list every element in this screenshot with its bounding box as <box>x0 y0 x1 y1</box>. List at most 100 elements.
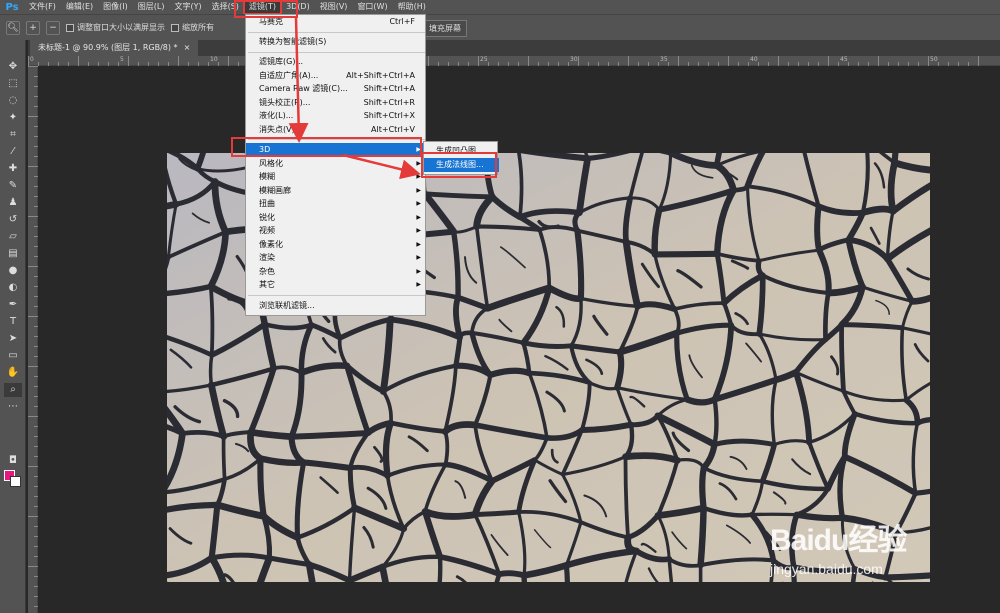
ruler-tick <box>34 356 38 357</box>
crack-line <box>859 205 897 216</box>
menu-item-pixelate[interactable]: 像素化 ▶ <box>246 238 427 252</box>
ruler-tick <box>198 62 199 66</box>
menu-item-video[interactable]: 视频 ▶ <box>246 224 427 238</box>
type-tool-icon[interactable]: T <box>4 315 22 329</box>
ruler-tick <box>138 62 139 66</box>
ruler-label: 30 <box>570 56 578 63</box>
quick-mask-icon[interactable]: ◘ <box>4 454 22 468</box>
menu-item-sharpen[interactable]: 锐化 ▶ <box>246 211 427 225</box>
ruler-tick <box>28 216 38 217</box>
dodge-tool-icon[interactable]: ◐ <box>4 281 22 295</box>
close-tab-icon[interactable]: × <box>184 40 191 56</box>
path-selection-tool-icon[interactable]: ➤ <box>4 332 22 346</box>
menu-item-other[interactable]: 其它 ▶ <box>246 278 427 292</box>
menu-bar: Ps 文件(F) 编辑(E) 图像(I) 图层(L) 文字(Y) 选择(S) 滤… <box>0 0 1000 15</box>
zoom-all-checkbox[interactable] <box>171 23 179 32</box>
submenu-arrow-icon: ▶ <box>416 240 421 248</box>
eraser-tool-icon[interactable]: ▱ <box>4 230 22 244</box>
menu-item-label: 像素化 <box>259 239 283 249</box>
menu-item-vanishing-point[interactable]: 消失点(V)... Alt+Ctrl+V <box>246 123 427 137</box>
crack-line <box>684 396 718 406</box>
ruler-tick <box>878 56 879 66</box>
menu-item-lens-correction[interactable]: 镜头校正(R)... Shift+Ctrl+R <box>246 96 427 110</box>
more-tools-icon[interactable]: ⋯ <box>4 400 22 414</box>
menu-item-label: 自适应广角(A)... <box>259 70 319 80</box>
menu-layer[interactable]: 图层(L) <box>133 0 170 14</box>
zoom-out-icon[interactable]: − <box>46 20 60 35</box>
magic-wand-tool-icon[interactable]: ✦ <box>4 111 22 125</box>
menu-item-label: 滤镜库(G)... <box>259 57 304 66</box>
menu-item-distort[interactable]: 扭曲 ▶ <box>246 197 427 211</box>
gradient-tool-icon[interactable]: ▤ <box>4 247 22 261</box>
pen-tool-icon[interactable]: ✒ <box>4 298 22 312</box>
ruler-tick <box>34 146 38 147</box>
document-tab-title: 未标题-1 @ 90.9% (图层 1, RGB/8) * <box>38 43 178 52</box>
menu-item-browse-online-filters[interactable]: 浏览联机滤镜... <box>246 299 427 313</box>
submenu-arrow-icon: ▶ <box>416 281 421 288</box>
ruler-tick <box>538 62 539 66</box>
resize-windows-checkbox[interactable] <box>66 23 74 32</box>
ruler-tick <box>28 316 38 317</box>
zoom-in-icon[interactable]: + <box>26 20 40 35</box>
ruler-tick <box>428 56 429 66</box>
shape-tool-icon[interactable]: ▭ <box>4 349 22 363</box>
menu-separator <box>248 295 425 296</box>
marquee-tool-icon[interactable]: ⬚ <box>4 77 22 91</box>
menu-item-adaptive-wide-angle[interactable]: 自适应广角(A)... Alt+Shift+Ctrl+A <box>246 69 427 83</box>
menu-item-noise[interactable]: 杂色 ▶ <box>246 265 427 279</box>
menu-item-blur[interactable]: 模糊 ▶ <box>246 170 427 184</box>
menu-window[interactable]: 窗口(W) <box>352 0 392 14</box>
crack-line <box>697 504 707 569</box>
fill-screen-button[interactable]: 填充屏幕 <box>423 20 467 37</box>
menu-item-label: 模糊画廊 <box>259 185 291 195</box>
menu-item-label: 视频 <box>259 226 275 235</box>
ruler-tick <box>28 416 38 417</box>
crop-tool-icon[interactable]: ⌗ <box>4 128 22 142</box>
move-tool-icon[interactable]: ✥ <box>4 60 22 74</box>
ruler-tick <box>88 62 89 66</box>
blur-tool-icon[interactable]: ● <box>4 264 22 278</box>
ruler-tick <box>28 366 38 367</box>
history-brush-tool-icon[interactable]: ↺ <box>4 213 22 227</box>
menu-item-liquify[interactable]: 液化(L)... Shift+Ctrl+X <box>246 109 427 123</box>
menu-item-camera-raw[interactable]: Camera Raw 滤镜(C)... Shift+Ctrl+A <box>246 82 427 96</box>
menu-edit[interactable]: 编辑(E) <box>61 0 98 14</box>
ruler-tick <box>34 576 38 577</box>
menu-item-filter-gallery[interactable]: 滤镜库(G)... <box>246 55 427 69</box>
eyedropper-tool-icon[interactable]: ⁄ <box>4 145 22 159</box>
brush-tool-icon[interactable]: ✎ <box>4 179 22 193</box>
zoom-all-option[interactable]: 缩放所有 <box>171 22 214 33</box>
ruler-tick <box>34 476 38 477</box>
menu-item-render[interactable]: 渲染 ▶ <box>246 251 427 265</box>
menu-item-stylize[interactable]: 风格化 ▶ <box>246 157 427 171</box>
ruler-tick <box>34 186 38 187</box>
ruler-tick <box>788 62 789 66</box>
watermark-main: Baidu经验 <box>770 524 907 557</box>
menu-type[interactable]: 文字(Y) <box>169 0 206 14</box>
lasso-tool-icon[interactable]: ◌ <box>4 94 22 108</box>
menu-image[interactable]: 图像(I) <box>98 0 133 14</box>
menu-help[interactable]: 帮助(H) <box>393 0 431 14</box>
healing-brush-tool-icon[interactable]: ✚ <box>4 162 22 176</box>
ruler-tick <box>34 226 38 227</box>
resize-windows-option[interactable]: 调整窗口大小以满屏显示 <box>66 22 165 33</box>
menu-item-blur-gallery[interactable]: 模糊画廊 ▶ <box>246 184 427 198</box>
menu-item-label: 扭曲 <box>259 199 275 208</box>
annotation-box-filter-menu <box>234 0 298 18</box>
hand-tool-icon[interactable]: ✋ <box>4 366 22 380</box>
zoom-tool-icon[interactable]: 🔍︎ <box>6 20 20 35</box>
ruler-tick <box>34 526 38 527</box>
document-tab[interactable]: 未标题-1 @ 90.9% (图层 1, RGB/8) * × <box>30 40 199 56</box>
ruler-tick <box>778 56 779 66</box>
stamp-tool-icon[interactable]: ♟ <box>4 196 22 210</box>
menu-file[interactable]: 文件(F) <box>24 0 61 14</box>
ruler-tick <box>28 566 38 567</box>
ruler-tick <box>598 62 599 66</box>
menu-view[interactable]: 视图(V) <box>315 0 353 14</box>
ruler-tick <box>34 246 38 247</box>
crack-line <box>699 464 707 511</box>
submenu-arrow-icon: ▶ <box>416 213 421 221</box>
zoom-tool-icon[interactable]: ⌕ <box>4 383 22 397</box>
menu-item-convert-smart-filter[interactable]: 转换为智能滤镜(S) <box>246 35 427 49</box>
ruler-label: 35 <box>660 56 668 63</box>
